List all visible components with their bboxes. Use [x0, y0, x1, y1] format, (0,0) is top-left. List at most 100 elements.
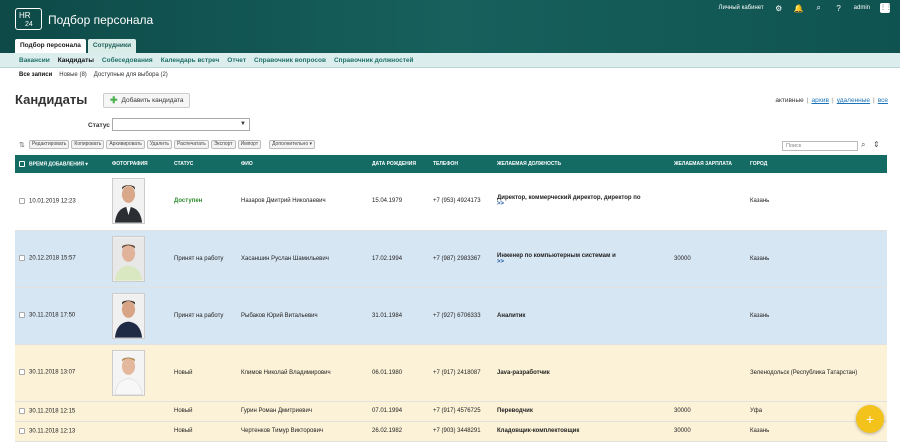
row-checkbox[interactable]: [19, 427, 25, 434]
search-icon[interactable]: ⌕: [861, 140, 865, 150]
cell-fio: Чертенков Тимур Викторович: [241, 428, 324, 434]
refresh-icon[interactable]: ⇅: [19, 141, 25, 149]
col-phone[interactable]: ТЕЛЕФОН: [429, 155, 493, 173]
help-icon[interactable]: ?: [834, 4, 844, 13]
cell-city: Казань: [750, 198, 770, 205]
delete-button[interactable]: Удалить: [146, 140, 172, 149]
app-logo[interactable]: HR 24: [15, 8, 42, 30]
status-select[interactable]: ▼: [112, 118, 250, 131]
row-checkbox[interactable]: [19, 312, 25, 319]
cell-fio: Хасаншин Руслан Шамильевич: [241, 255, 329, 262]
table-row[interactable]: 10.01.2019 12:23 Доступен Назаров Дмитри…: [15, 173, 887, 230]
col-status[interactable]: СТАТУС: [170, 155, 237, 173]
apps-icon[interactable]: ⋮⋮: [880, 3, 892, 13]
user-name[interactable]: admin: [854, 5, 870, 11]
logo-text-top: HR: [19, 11, 31, 20]
row-checkbox[interactable]: [19, 197, 25, 204]
search-icon[interactable]: ⌕: [814, 3, 824, 13]
print-button[interactable]: Распечатать: [173, 140, 209, 149]
add-fab-button[interactable]: +: [856, 405, 884, 433]
subnav-positions[interactable]: Справочник должностей: [334, 53, 414, 67]
logo-text-bottom: 24: [25, 21, 33, 28]
subnav-calendar[interactable]: Календарь встреч: [161, 53, 220, 67]
col-fio[interactable]: ФИО: [237, 155, 368, 173]
export-button[interactable]: Экспорт: [210, 140, 236, 149]
search-input[interactable]: Поиск: [782, 141, 858, 151]
subnav-candidates[interactable]: Кандидаты: [58, 53, 94, 67]
subnav-report[interactable]: Отчет: [227, 53, 246, 67]
table-row[interactable]: 30.11.2018 12:15 Новый Гурин Роман Дмитр…: [15, 401, 887, 421]
row-checkbox[interactable]: [19, 255, 25, 262]
view-active[interactable]: активные: [775, 97, 803, 104]
edit-button[interactable]: Редактировать: [28, 140, 70, 149]
col-birth[interactable]: ДАТА РОЖДЕНИЯ: [368, 155, 429, 173]
cell-fio: Рыбаков Юрий Витальевич: [241, 312, 318, 319]
view-all[interactable]: все: [878, 97, 888, 104]
more-dropdown[interactable]: Дополнительно ▾: [269, 140, 316, 149]
col-photo[interactable]: ФОТОГРАФИЯ: [108, 155, 170, 173]
cell-photo: [108, 401, 170, 421]
subnav-interviews[interactable]: Собеседования: [102, 53, 153, 67]
toolbar: ⇅ Редактировать Копировать Архивировать …: [19, 140, 316, 149]
status-filter-label: Статус :: [88, 122, 114, 129]
candidate-photo[interactable]: [112, 235, 145, 282]
copy-button[interactable]: Копировать: [71, 140, 105, 149]
candidate-photo[interactable]: [112, 178, 145, 225]
chevron-down-icon: ▼: [240, 121, 246, 127]
separator: |: [832, 97, 834, 104]
filter-new[interactable]: Новые (8): [59, 72, 87, 78]
col-added[interactable]: ВРЕМЯ ДОБАВЛЕНИЯ ▾: [15, 155, 108, 173]
bell-icon[interactable]: 🔔: [794, 4, 804, 13]
cell-position: Аналитик: [493, 287, 670, 344]
cell-city: Казань: [750, 312, 770, 319]
table-header: ВРЕМЯ ДОБАВЛЕНИЯ ▾ ФОТОГРАФИЯ СТАТУС ФИО…: [15, 155, 887, 173]
top-right-menu: Личный кабинет ⚙ 🔔 ⌕ ? admin ⋮⋮: [719, 3, 892, 13]
subnav-questions[interactable]: Справочник вопросов: [254, 53, 326, 67]
table-row[interactable]: 20.12.2018 15:57 Принят на работу Хасанш…: [15, 230, 887, 287]
tab-recruiting[interactable]: Подбор персонала: [15, 39, 86, 53]
expand-link[interactable]: >>: [497, 201, 670, 207]
position-text: Переводчик: [497, 408, 533, 414]
row-checkbox[interactable]: [19, 407, 25, 414]
top-bar: HR 24 Подбор персонала Личный кабинет ⚙ 🔔…: [0, 0, 900, 53]
cell-photo: [108, 173, 170, 230]
select-all-checkbox[interactable]: [19, 160, 25, 167]
added-text: 30.11.2018 12:13: [29, 428, 76, 435]
col-city[interactable]: ГОРОД: [746, 155, 887, 173]
settings-icon[interactable]: ⚙: [774, 4, 784, 13]
cell-salary: [670, 344, 746, 401]
cell-position: Инженер по компьютерным системам и >>: [493, 230, 670, 287]
sub-navigation: Вакансии Кандидаты Собеседования Календа…: [0, 53, 900, 68]
subnav-vacancies[interactable]: Вакансии: [19, 53, 50, 67]
candidate-photo[interactable]: [112, 349, 145, 396]
filter-all[interactable]: Все записи: [19, 72, 52, 78]
view-deleted[interactable]: удаленные: [837, 97, 870, 104]
filter-available[interactable]: Доступные для выбора (2): [94, 72, 168, 78]
table-row[interactable]: 30.11.2018 12:13 Новый Чертенков Тимур В…: [15, 421, 887, 441]
add-candidate-button[interactable]: ✚ Добавить кандидата: [103, 93, 191, 108]
candidate-photo[interactable]: [112, 292, 145, 339]
added-text: 20.12.2018 15:57: [29, 255, 76, 262]
position-text: Инженер по компьютерным системам и: [497, 252, 616, 259]
archive-button[interactable]: Архивировать: [106, 140, 145, 149]
cell-phone: +7 (927) 6706333: [433, 312, 481, 319]
cell-phone: +7 (903) 3448291: [433, 428, 481, 434]
view-archive[interactable]: архив: [812, 97, 830, 104]
cell-position: Кладовщик-комплектовщик: [493, 421, 670, 441]
position-text: Аналитик: [497, 312, 526, 319]
import-button[interactable]: Импорт: [237, 140, 262, 149]
table-row[interactable]: 30.11.2018 17:50 Принят на работу Рыбако…: [15, 287, 887, 344]
row-checkbox[interactable]: [19, 369, 25, 376]
col-salary[interactable]: ЖЕЛАЕМАЯ ЗАРПЛАТА: [670, 155, 746, 173]
tab-employees[interactable]: Сотрудники: [87, 39, 137, 53]
app-title: Подбор персонала: [48, 13, 154, 27]
expand-link[interactable]: >>: [497, 259, 670, 265]
view-switcher: активные | архив | удаленные | все: [775, 97, 888, 104]
cell-status: Новый: [174, 428, 193, 434]
candidates-table: ВРЕМЯ ДОБАВЛЕНИЯ ▾ ФОТОГРАФИЯ СТАТУС ФИО…: [15, 155, 887, 442]
cabinet-link[interactable]: Личный кабинет: [719, 5, 764, 11]
table-row[interactable]: 30.11.2018 13:07 Новый Климов Николай Вл…: [15, 344, 887, 401]
sort-icon[interactable]: ⇕: [873, 140, 880, 149]
cell-position: Директор, коммерческий директор, директо…: [493, 173, 670, 230]
col-position[interactable]: ЖЕЛАЕМАЯ ДОЛЖНОСТЬ: [493, 155, 670, 173]
